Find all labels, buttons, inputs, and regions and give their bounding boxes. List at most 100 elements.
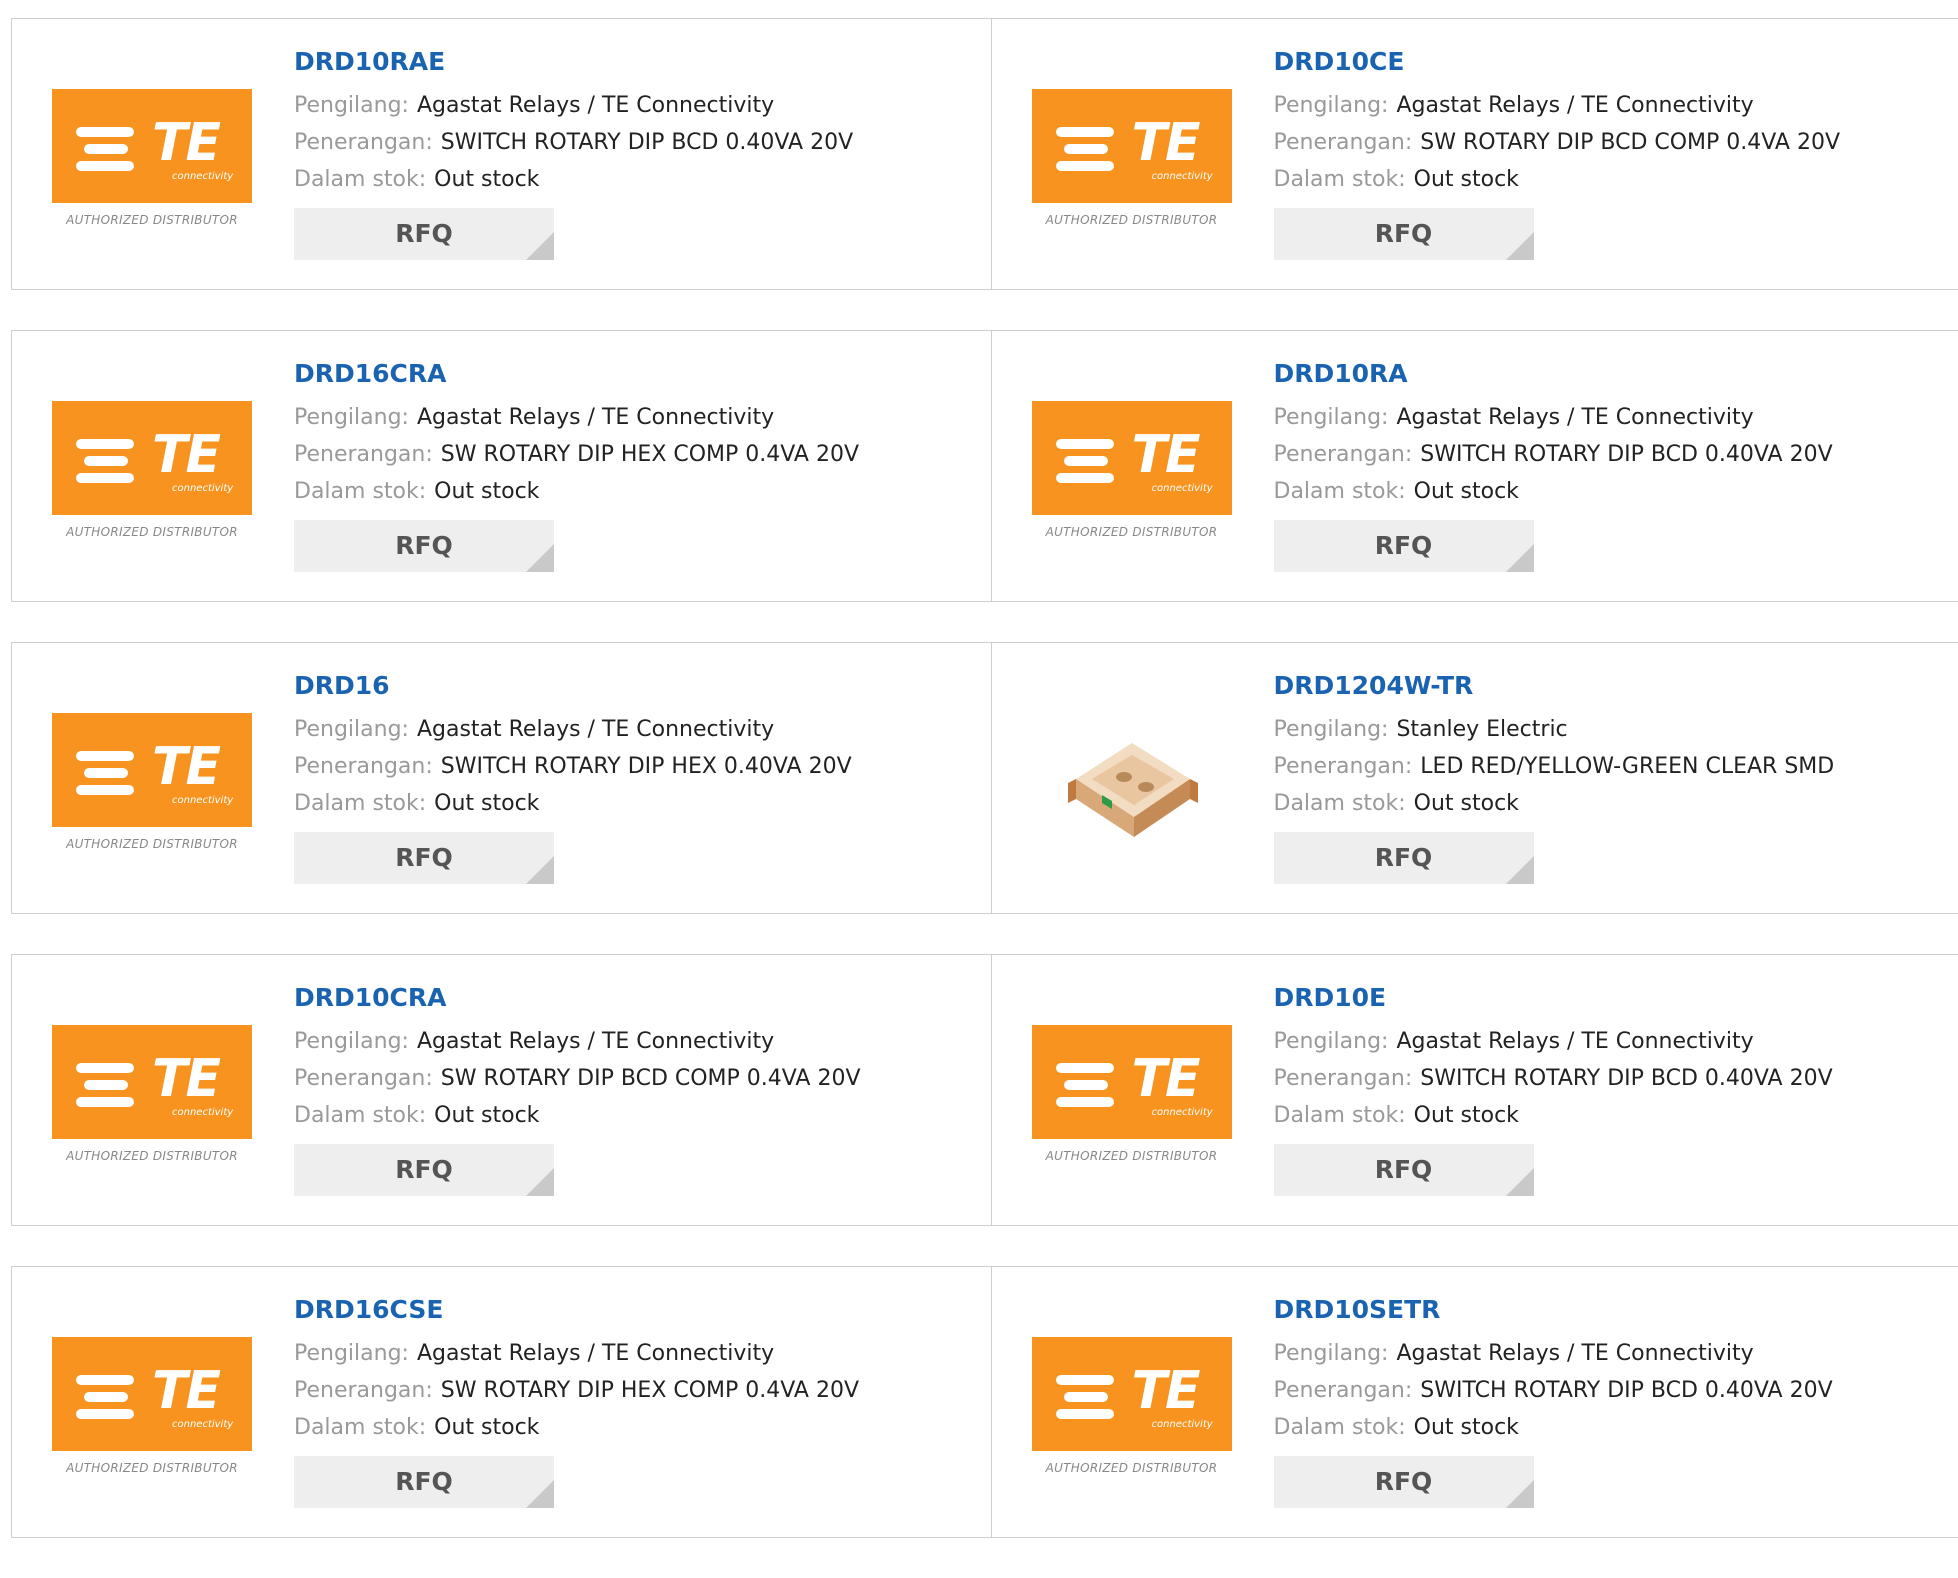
rfq-button-label: RFQ: [395, 219, 453, 248]
te-logo-subtext: connectivity: [172, 483, 233, 494]
te-logo-subtext: connectivity: [1152, 1107, 1213, 1118]
te-connectivity-logo: TEconnectivity: [52, 401, 252, 515]
description-row: Penerangan: SW ROTARY DIP HEX COMP 0.4VA …: [294, 1372, 859, 1409]
description-value: SWITCH ROTARY DIP BCD 0.40VA 20V: [1420, 1378, 1832, 1403]
description-row: Penerangan:SWITCH ROTARY DIP BCD 0.40VA …: [294, 124, 853, 161]
rfq-button[interactable]: RFQ: [1274, 1144, 1534, 1196]
stock-row: Dalam stok:Out stock: [294, 785, 852, 822]
te-logo-text: TE: [152, 741, 219, 793]
product-image[interactable]: TEconnectivityAUTHORIZED DISTRIBUTOR: [52, 1337, 252, 1487]
manufacturer-row: Pengilang:Agastat Relays / TE Connectivi…: [294, 711, 852, 748]
rfq-button-label: RFQ: [1375, 1467, 1433, 1496]
te-logo-text: TE: [152, 1365, 219, 1417]
rfq-button[interactable]: RFQ: [294, 832, 554, 884]
te-logo-subtext: connectivity: [1152, 171, 1213, 182]
part-number-link[interactable]: DRD16: [294, 671, 852, 701]
manufacturer-row: Pengilang:Agastat Relays / TE Connectivi…: [1274, 399, 1833, 436]
description-label: Penerangan:: [294, 130, 433, 155]
te-connectivity-logo: TEconnectivity: [1032, 401, 1232, 515]
product-row: TEconnectivityAUTHORIZED DISTRIBUTOR DRD…: [11, 642, 1958, 914]
part-number-link[interactable]: DRD10CRA: [294, 983, 861, 1013]
part-number-link[interactable]: DRD10RA: [1274, 359, 1833, 389]
product-card: TEconnectivityAUTHORIZED DISTRIBUTOR DRD…: [12, 331, 991, 601]
part-number-link[interactable]: DRD1204W-TR: [1274, 671, 1835, 701]
part-number-link[interactable]: DRD10E: [1274, 983, 1833, 1013]
description-value: LED RED/YELLOW-GREEN CLEAR SMD: [1420, 754, 1834, 779]
description-label: Penerangan:: [1274, 442, 1413, 467]
manufacturer-value: Agastat Relays / TE Connectivity: [417, 717, 774, 742]
corner-triangle-icon: [526, 544, 554, 572]
rfq-button-label: RFQ: [395, 843, 453, 872]
stock-label: Dalam stok:: [294, 167, 426, 192]
manufacturer-value: Agastat Relays / TE Connectivity: [1396, 93, 1753, 118]
rfq-button[interactable]: RFQ: [1274, 832, 1534, 884]
product-info: DRD10RAE Pengilang:Agastat Relays / TE C…: [294, 47, 853, 260]
te-logo-subtext: connectivity: [172, 795, 233, 806]
rfq-button[interactable]: RFQ: [1274, 208, 1534, 260]
rfq-button[interactable]: RFQ: [294, 1456, 554, 1508]
part-number-link[interactable]: DRD10RAE: [294, 47, 853, 77]
product-image[interactable]: TEconnectivity AUTHORIZED DISTRIBUTOR: [1032, 1337, 1232, 1487]
stock-label: Dalam stok:: [1274, 479, 1406, 504]
rfq-button[interactable]: RFQ: [294, 208, 554, 260]
manufacturer-row: Pengilang:Agastat Relays / TE Connectivi…: [294, 1023, 861, 1060]
product-info: DRD16 Pengilang:Agastat Relays / TE Conn…: [294, 671, 852, 884]
product-info: DRD10E Pengilang:Agastat Relays / TE Con…: [1274, 983, 1833, 1196]
authorized-distributor-caption: AUTHORIZED DISTRIBUTOR: [52, 1461, 252, 1475]
product-image[interactable]: TEconnectivityAUTHORIZED DISTRIBUTOR: [52, 713, 252, 863]
part-number-link[interactable]: DRD16CSE: [294, 1295, 859, 1325]
description-label: Penerangan:: [1274, 1378, 1413, 1403]
description-value: SWITCH ROTARY DIP BCD 0.40VA 20V: [1420, 442, 1832, 467]
description-label: Penerangan:: [294, 1378, 433, 1403]
stock-value: Out stock: [434, 167, 539, 192]
product-image[interactable]: TEconnectivityAUTHORIZED DISTRIBUTOR: [1032, 89, 1232, 239]
product-image[interactable]: TEconnectivityAUTHORIZED DISTRIBUTOR: [1032, 1025, 1232, 1175]
te-connectivity-logo: TEconnectivity: [1032, 1337, 1232, 1451]
product-image[interactable]: TEconnectivityAUTHORIZED DISTRIBUTOR: [1032, 401, 1232, 551]
product-image[interactable]: TEconnectivityAUTHORIZED DISTRIBUTOR: [52, 1025, 252, 1175]
te-connectivity-logo: TE connectivity: [1032, 89, 1232, 203]
description-label: Penerangan:: [1274, 754, 1413, 779]
rfq-button[interactable]: RFQ: [1274, 520, 1534, 572]
corner-triangle-icon: [1506, 856, 1534, 884]
te-connectivity-logo: TE connectivity: [52, 713, 252, 827]
authorized-distributor-caption: AUTHORIZED DISTRIBUTOR: [52, 1149, 252, 1163]
rfq-button[interactable]: RFQ: [1274, 1456, 1534, 1508]
part-number-link[interactable]: DRD16CRA: [294, 359, 859, 389]
manufacturer-value: Agastat Relays / TE Connectivity: [1396, 1029, 1753, 1054]
description-row: Penerangan:SW ROTARY DIP BCD COMP 0.4VA …: [1274, 124, 1841, 161]
manufacturer-value: Agastat Relays / TE Connectivity: [1396, 405, 1753, 430]
description-label: Penerangan:: [1274, 130, 1413, 155]
stock-row: Dalam stok: Out stock: [294, 161, 853, 198]
product-card: TEconnectivityAUTHORIZED DISTRIBUTOR DRD…: [991, 19, 1958, 289]
stock-label: Dalam stok:: [294, 1103, 426, 1128]
stock-label: Dalam stok:: [1274, 167, 1406, 192]
description-value: SWITCH ROTARY DIP BCD 0.40VA 20V: [1420, 1066, 1832, 1091]
stock-label: Dalam stok:: [1274, 1103, 1406, 1128]
stock-label: Dalam stok:: [294, 1415, 426, 1440]
stock-value: Out stock: [1414, 479, 1519, 504]
description-value: SW ROTARY DIP BCD COMP 0.4VA 20V: [441, 1066, 861, 1091]
te-logo-text: TE: [1132, 117, 1199, 169]
rfq-button[interactable]: RFQ: [294, 520, 554, 572]
product-info: DRD10CRA Pengilang:Agastat Relays / TE C…: [294, 983, 861, 1196]
part-number-link[interactable]: DRD10CE: [1274, 47, 1841, 77]
product-image[interactable]: TEconnectivityAUTHORIZED DISTRIBUTOR: [52, 89, 252, 239]
description-label: Penerangan:: [294, 442, 433, 467]
stock-value: Out stock: [434, 1103, 539, 1128]
description-value: SW ROTARY DIP HEX COMP 0.4VA 20V: [441, 1378, 859, 1403]
product-image[interactable]: TEconnectivityAUTHORIZED DISTRIBUTOR: [52, 401, 252, 551]
manufacturer-label: Pengilang:: [294, 93, 409, 118]
manufacturer-label: Pengilang:: [294, 1341, 409, 1366]
stock-row: Dalam stok:Out stock: [1274, 161, 1841, 198]
authorized-distributor-caption: AUTHORIZED DISTRIBUTOR: [1032, 1461, 1232, 1475]
stock-value: Out stock: [1414, 791, 1519, 816]
manufacturer-value: Agastat Relays / TE Connectivity: [1396, 1341, 1753, 1366]
part-number-link[interactable]: DRD10SETR: [1274, 1295, 1833, 1325]
rfq-button[interactable]: RFQ: [294, 1144, 554, 1196]
product-image[interactable]: [1032, 713, 1232, 863]
stock-row: Dalam stok:Out stock: [294, 473, 859, 510]
description-row: Penerangan:SW ROTARY DIP HEX COMP 0.4VA …: [294, 436, 859, 473]
rfq-button-label: RFQ: [395, 1155, 453, 1184]
product-info: DRD10SETR Pengilang:Agastat Relays / TE …: [1274, 1295, 1833, 1508]
